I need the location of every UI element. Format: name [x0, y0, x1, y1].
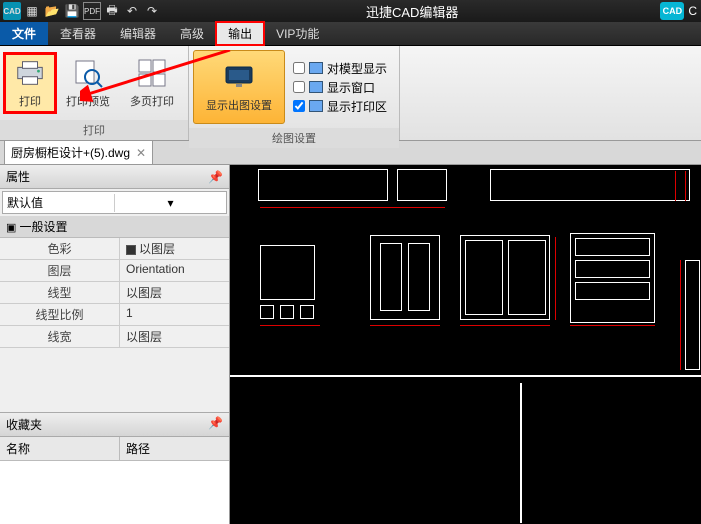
magnifier-icon — [72, 57, 104, 89]
print-icon[interactable]: 🖶 — [103, 2, 121, 20]
multi-print-button[interactable]: 多页打印 — [120, 53, 184, 113]
property-row[interactable]: 线宽以图层 — [0, 326, 229, 348]
check-window[interactable]: 显示窗口 — [293, 79, 387, 96]
menu-bar: 文件 查看器 编辑器 高级 输出 VIP功能 — [0, 22, 701, 46]
menu-output[interactable]: 输出 — [216, 22, 264, 45]
menu-editor[interactable]: 编辑器 — [108, 22, 168, 45]
ribbon: 打印 打印预览 多页打印 打印 显示出图设置 — [0, 46, 701, 141]
prop-section-general[interactable]: ▣ 一般设置 — [0, 216, 229, 238]
cad-badge-icon: CAD — [660, 2, 684, 20]
property-key: 线宽 — [0, 326, 120, 347]
property-value[interactable]: 以图层 — [120, 282, 229, 303]
print-label: 打印 — [19, 93, 41, 109]
monitor-icon — [223, 61, 255, 93]
property-value[interactable]: Orientation — [120, 260, 229, 281]
default-selector[interactable]: 默认值 ▾ — [2, 191, 227, 214]
property-key: 线型比例 — [0, 304, 120, 325]
property-key: 色彩 — [0, 238, 120, 259]
workspace: 属性 📌 默认值 ▾ ▣ 一般设置 色彩以图层图层Orientation线型以图… — [0, 165, 701, 524]
printer-icon — [14, 57, 46, 89]
document-tab[interactable]: 厨房橱柜设计+(5).dwg ✕ — [4, 140, 153, 164]
property-grid: ▣ 一般设置 色彩以图层图层Orientation线型以图层线型比例1线宽以图层 — [0, 216, 229, 348]
menu-vip[interactable]: VIP功能 — [264, 22, 331, 45]
property-value[interactable]: 以图层 — [120, 238, 229, 259]
ribbon-group-draw-title: 绘图设置 — [189, 128, 399, 148]
document-tab-label: 厨房橱柜设计+(5).dwg — [11, 144, 130, 161]
ribbon-group-print-title: 打印 — [0, 120, 188, 140]
print-preview-label: 打印预览 — [66, 93, 110, 109]
model-mini-icon — [309, 62, 323, 74]
display-settings-label: 显示出图设置 — [206, 97, 272, 113]
favorites-columns: 名称 路径 — [0, 437, 229, 461]
multipage-icon — [136, 57, 168, 89]
area-mini-icon — [309, 100, 323, 112]
property-row[interactable]: 图层Orientation — [0, 260, 229, 282]
pin-icon[interactable]: 📌 — [208, 170, 223, 184]
app-title: 迅捷CAD编辑器 — [164, 2, 660, 21]
new-icon[interactable]: ▦ — [23, 2, 41, 20]
properties-header: 属性 📌 — [0, 165, 229, 189]
favorites-list — [0, 461, 229, 524]
pdf-icon[interactable]: PDF — [83, 2, 101, 20]
chevron-down-icon[interactable]: ▾ — [114, 194, 226, 212]
fav-col-path[interactable]: 路径 — [120, 437, 156, 460]
close-tab-icon[interactable]: ✕ — [136, 146, 146, 160]
brand-suffix: C — [688, 4, 697, 18]
print-preview-button[interactable]: 打印预览 — [56, 53, 120, 113]
property-key: 图层 — [0, 260, 120, 281]
left-panel: 属性 📌 默认值 ▾ ▣ 一般设置 色彩以图层图层Orientation线型以图… — [0, 165, 230, 524]
property-row[interactable]: 色彩以图层 — [0, 238, 229, 260]
favorites-header: 收藏夹 📌 — [0, 412, 229, 437]
save-icon[interactable]: 💾 — [63, 2, 81, 20]
redo-icon[interactable]: ↷ — [143, 2, 161, 20]
cad-drawing — [230, 165, 701, 524]
undo-icon[interactable]: ↶ — [123, 2, 141, 20]
check-area[interactable]: 显示打印区 — [293, 98, 387, 115]
fav-col-name[interactable]: 名称 — [0, 437, 120, 460]
menu-viewer[interactable]: 查看器 — [48, 22, 108, 45]
menu-advanced[interactable]: 高级 — [168, 22, 216, 45]
menu-file[interactable]: 文件 — [0, 22, 48, 45]
display-settings-button[interactable]: 显示出图设置 — [193, 50, 285, 124]
check-model[interactable]: 对模型显示 — [293, 60, 387, 77]
property-value[interactable]: 以图层 — [120, 326, 229, 347]
ribbon-group-draw: 显示出图设置 对模型显示 显示窗口 显示打印区 绘图设置 — [189, 46, 400, 140]
open-icon[interactable]: 📂 — [43, 2, 61, 20]
window-mini-icon — [309, 81, 323, 93]
property-row[interactable]: 线型以图层 — [0, 282, 229, 304]
title-bar: CAD ▦ 📂 💾 PDF 🖶 ↶ ↷ 迅捷CAD编辑器 CAD C — [0, 0, 701, 22]
ribbon-group-print: 打印 打印预览 多页打印 打印 — [0, 46, 189, 140]
app-icon: CAD — [3, 2, 21, 20]
property-key: 线型 — [0, 282, 120, 303]
property-row[interactable]: 线型比例1 — [0, 304, 229, 326]
multi-print-label: 多页打印 — [130, 93, 174, 109]
drawing-canvas[interactable] — [230, 165, 701, 524]
print-button[interactable]: 打印 — [4, 53, 56, 113]
property-value[interactable]: 1 — [120, 304, 229, 325]
pin-icon[interactable]: 📌 — [208, 416, 223, 433]
